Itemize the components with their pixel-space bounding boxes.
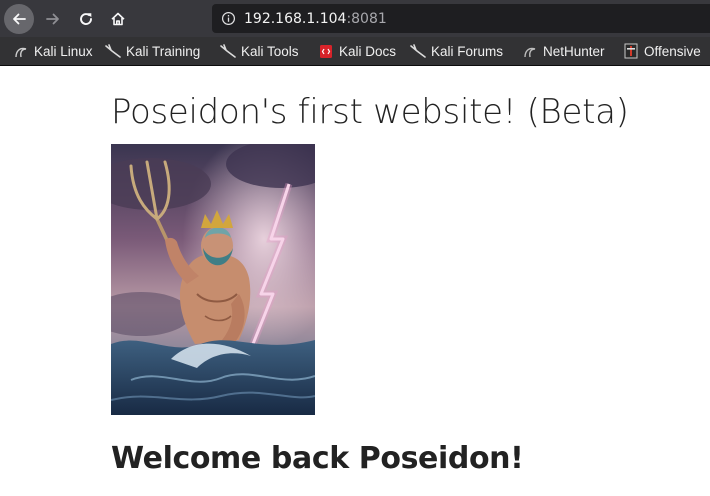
reload-button[interactable] (71, 4, 101, 34)
bookmark-offensive[interactable]: Offensive (623, 37, 701, 65)
url-text[interactable]: 192.168.1.104:8081 (244, 11, 387, 27)
url-bar[interactable]: 192.168.1.104:8081 (212, 4, 710, 33)
welcome-message: Welcome back Poseidon! (111, 441, 524, 476)
bookmark-label: Kali Linux (34, 43, 93, 59)
url-host: 192.168.1.104 (244, 10, 347, 27)
back-button[interactable] (4, 4, 34, 34)
bookmark-kali-linux[interactable]: Kali Linux (13, 37, 93, 65)
forward-button[interactable] (38, 4, 68, 34)
back-arrow-icon (13, 13, 26, 25)
url-port: :8081 (346, 10, 387, 27)
bookmark-label: Kali Tools (241, 43, 299, 59)
bookmark-nethunter[interactable]: NetHunter (522, 37, 605, 65)
home-icon (111, 12, 125, 26)
page-title: Poseidon's first website! (Beta) (111, 92, 629, 132)
poseidon-image (111, 144, 315, 415)
kali-dragon-icon (220, 43, 236, 59)
bookmark-label: Kali Forums (431, 43, 504, 59)
bookmark-label: Kali Training (126, 43, 201, 59)
kali-dragon-icon (13, 43, 29, 59)
bookmark-kali-docs[interactable]: Kali Docs (318, 37, 396, 65)
bookmark-kali-forums[interactable]: Kali Forums (410, 37, 503, 65)
bookmark-label: NetHunter (543, 43, 605, 59)
bookmark-label: Offensive (644, 43, 701, 59)
bookmarks-toolbar: Kali Linux Kali Training Kali Tools Kali… (0, 37, 710, 66)
site-info-icon[interactable] (221, 11, 236, 26)
nethunter-icon (522, 43, 538, 59)
bookmark-label: Kali Docs (339, 43, 397, 59)
kali-docs-icon (318, 43, 334, 59)
bookmark-kali-tools[interactable]: Kali Tools (220, 37, 299, 65)
bookmark-kali-training[interactable]: Kali Training (105, 37, 200, 65)
offensive-security-icon (623, 43, 639, 59)
kali-dragon-icon (105, 43, 121, 59)
browser-toolbar: 192.168.1.104:8081 (0, 0, 710, 37)
reload-icon (80, 13, 92, 25)
home-button[interactable] (103, 4, 133, 34)
kali-dragon-icon (410, 43, 426, 59)
forward-arrow-icon (46, 13, 59, 25)
